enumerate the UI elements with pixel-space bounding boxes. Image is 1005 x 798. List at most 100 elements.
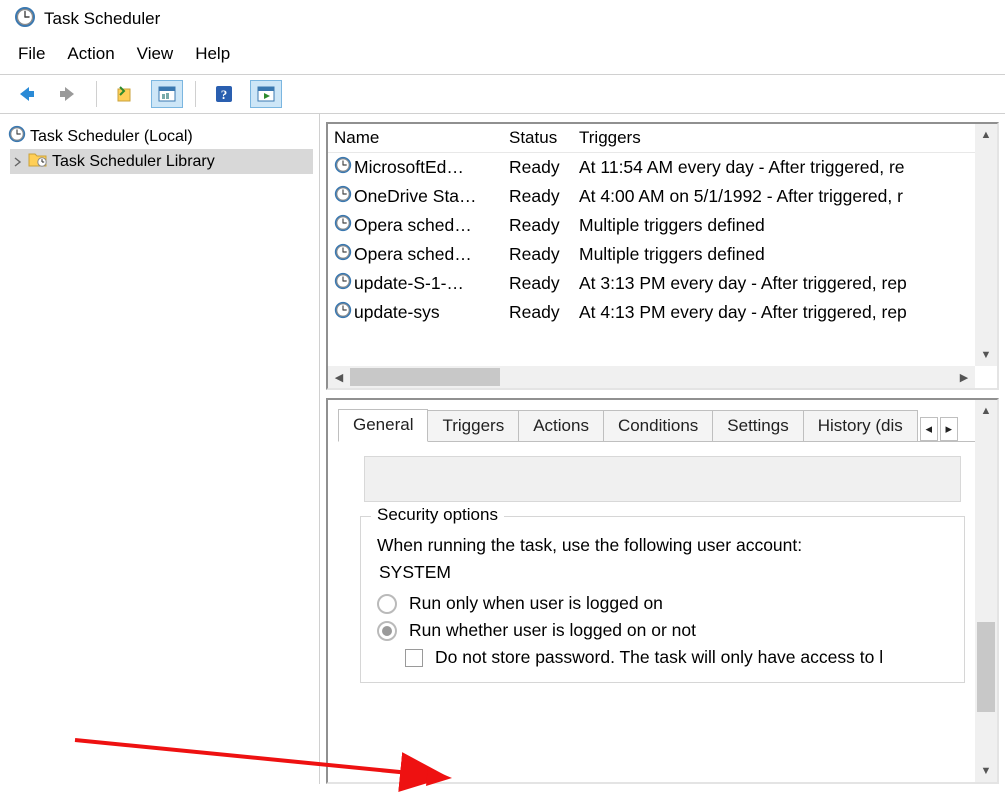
radio-icon[interactable] bbox=[377, 594, 397, 614]
vertical-scrollbar[interactable]: ▲ ▼ bbox=[975, 400, 997, 782]
back-button[interactable] bbox=[10, 80, 42, 108]
task-trigger: Multiple triggers defined bbox=[579, 244, 997, 265]
task-status: Ready bbox=[509, 215, 579, 236]
task-status: Ready bbox=[509, 302, 579, 323]
scroll-down-icon[interactable]: ▼ bbox=[975, 760, 997, 782]
task-name: update-S-1-… bbox=[354, 273, 464, 294]
task-status: Ready bbox=[509, 244, 579, 265]
tab-actions[interactable]: Actions bbox=[518, 410, 604, 442]
tree-root[interactable]: Task Scheduler (Local) bbox=[6, 124, 313, 149]
tree-library-label: Task Scheduler Library bbox=[52, 153, 215, 171]
radio-label: Run whether user is logged on or not bbox=[409, 620, 696, 641]
task-trigger: At 3:13 PM every day - After triggered, … bbox=[579, 273, 997, 294]
help-button[interactable]: ? bbox=[208, 80, 240, 108]
col-header-status[interactable]: Status bbox=[509, 128, 579, 148]
toolbar-separator bbox=[195, 81, 196, 107]
task-name: Opera sched… bbox=[354, 244, 472, 265]
radio-label: Run only when user is logged on bbox=[409, 593, 663, 614]
task-list: Name Status Triggers MicrosoftEd… Ready … bbox=[326, 122, 999, 390]
check-do-not-store-password[interactable]: Do not store password. The task will onl… bbox=[405, 647, 948, 668]
clock-icon bbox=[334, 301, 352, 324]
tab-scroll-left[interactable]: ◂ bbox=[920, 417, 938, 441]
tab-conditions[interactable]: Conditions bbox=[603, 410, 713, 442]
task-row[interactable]: update-S-1-… Ready At 3:13 PM every day … bbox=[328, 269, 997, 298]
toolbar: ? bbox=[0, 74, 1005, 114]
task-trigger: Multiple triggers defined bbox=[579, 215, 997, 236]
clock-icon bbox=[334, 243, 352, 266]
tree-library[interactable]: Task Scheduler Library bbox=[10, 149, 313, 174]
tab-general[interactable]: General bbox=[338, 409, 428, 442]
scroll-right-icon[interactable]: ▶ bbox=[953, 366, 975, 388]
window-title: Task Scheduler bbox=[44, 9, 160, 29]
task-name: MicrosoftEd… bbox=[354, 157, 464, 178]
radio-run-whether[interactable]: Run whether user is logged on or not bbox=[377, 620, 948, 641]
scroll-up-icon[interactable]: ▲ bbox=[975, 400, 997, 422]
toolbar-separator bbox=[96, 81, 97, 107]
vertical-scrollbar[interactable]: ▲ ▼ bbox=[975, 124, 997, 366]
run-button[interactable] bbox=[250, 80, 282, 108]
properties-button[interactable] bbox=[109, 80, 141, 108]
security-account: SYSTEM bbox=[379, 562, 948, 583]
tab-content-general: Security options When running the task, … bbox=[338, 441, 987, 782]
task-trigger: At 11:54 AM every day - After triggered,… bbox=[579, 157, 997, 178]
task-name: OneDrive Sta… bbox=[354, 186, 477, 207]
horizontal-scrollbar[interactable]: ◀ ▶ bbox=[328, 366, 975, 388]
menu-help[interactable]: Help bbox=[195, 44, 230, 64]
scroll-down-icon[interactable]: ▼ bbox=[975, 344, 997, 366]
col-header-triggers[interactable]: Triggers bbox=[579, 128, 997, 148]
task-details: General Triggers Actions Conditions Sett… bbox=[326, 398, 999, 784]
task-trigger: At 4:00 AM on 5/1/1992 - After triggered… bbox=[579, 186, 997, 207]
task-trigger: At 4:13 PM every day - After triggered, … bbox=[579, 302, 997, 323]
menu-view[interactable]: View bbox=[137, 44, 174, 64]
scroll-thumb[interactable] bbox=[350, 368, 500, 386]
clock-icon bbox=[334, 214, 352, 237]
clock-icon bbox=[334, 156, 352, 179]
scroll-left-icon[interactable]: ◀ bbox=[328, 366, 350, 388]
task-row[interactable]: OneDrive Sta… Ready At 4:00 AM on 5/1/19… bbox=[328, 182, 997, 211]
forward-button[interactable] bbox=[52, 80, 84, 108]
col-header-name[interactable]: Name bbox=[334, 128, 509, 148]
clock-icon bbox=[334, 185, 352, 208]
tab-strip: General Triggers Actions Conditions Sett… bbox=[328, 400, 997, 441]
clock-icon bbox=[334, 272, 352, 295]
task-row[interactable]: Opera sched… Ready Multiple triggers def… bbox=[328, 240, 997, 269]
security-options-group: Security options When running the task, … bbox=[360, 516, 965, 683]
menu-action[interactable]: Action bbox=[67, 44, 114, 64]
tab-settings[interactable]: Settings bbox=[712, 410, 803, 442]
content-panel: Name Status Triggers MicrosoftEd… Ready … bbox=[320, 114, 1005, 784]
security-prompt: When running the task, use the following… bbox=[377, 535, 948, 556]
task-list-headers: Name Status Triggers bbox=[328, 124, 997, 153]
scroll-thumb[interactable] bbox=[977, 622, 995, 712]
check-label: Do not store password. The task will onl… bbox=[435, 647, 883, 668]
scroll-up-icon[interactable]: ▲ bbox=[975, 124, 997, 146]
task-name: Opera sched… bbox=[354, 215, 472, 236]
title-bar: Task Scheduler bbox=[0, 0, 1005, 38]
tab-scroll-right[interactable]: ▸ bbox=[940, 417, 958, 441]
svg-text:?: ? bbox=[221, 87, 228, 102]
task-row[interactable]: Opera sched… Ready Multiple triggers def… bbox=[328, 211, 997, 240]
tree-panel: Task Scheduler (Local) Task Scheduler Li… bbox=[0, 114, 320, 784]
tree-root-label: Task Scheduler (Local) bbox=[30, 128, 193, 146]
task-status: Ready bbox=[509, 157, 579, 178]
task-status: Ready bbox=[509, 273, 579, 294]
clock-icon bbox=[8, 125, 26, 148]
menu-file[interactable]: File bbox=[18, 44, 45, 64]
tab-triggers[interactable]: Triggers bbox=[427, 410, 519, 442]
tab-history[interactable]: History (dis bbox=[803, 410, 918, 442]
task-row[interactable]: update-sys Ready At 4:13 PM every day - … bbox=[328, 298, 997, 327]
main-area: Task Scheduler (Local) Task Scheduler Li… bbox=[0, 114, 1005, 784]
task-name: update-sys bbox=[354, 302, 440, 323]
menu-bar: File Action View Help bbox=[0, 38, 1005, 74]
app-icon bbox=[14, 6, 36, 32]
description-box bbox=[364, 456, 961, 502]
task-row[interactable]: MicrosoftEd… Ready At 11:54 AM every day… bbox=[328, 153, 997, 182]
task-status: Ready bbox=[509, 186, 579, 207]
folder-clock-icon bbox=[28, 150, 48, 173]
radio-icon[interactable] bbox=[377, 621, 397, 641]
radio-run-logged-on[interactable]: Run only when user is logged on bbox=[377, 593, 948, 614]
chevron-right-icon[interactable] bbox=[12, 156, 24, 168]
checkbox-icon[interactable] bbox=[405, 649, 423, 667]
security-options-legend: Security options bbox=[371, 505, 504, 525]
task-rows: MicrosoftEd… Ready At 11:54 AM every day… bbox=[328, 153, 997, 388]
refresh-button[interactable] bbox=[151, 80, 183, 108]
